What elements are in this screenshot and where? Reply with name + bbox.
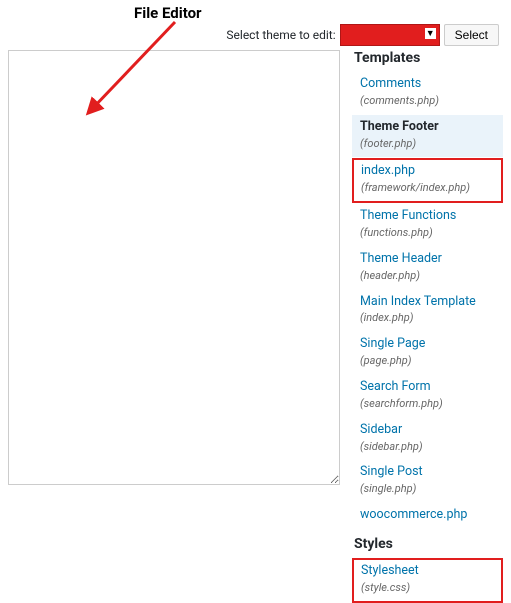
file-item[interactable]: Theme Functions(functions.php) bbox=[352, 204, 503, 247]
file-name: index.php bbox=[361, 163, 496, 180]
file-item[interactable]: Single Page(page.php) bbox=[352, 332, 503, 375]
file-item[interactable]: Search Form(searchform.php) bbox=[352, 375, 503, 418]
file-name: Main Index Template bbox=[360, 294, 497, 311]
file-path: (comments.php) bbox=[360, 94, 497, 109]
file-name: Theme Header bbox=[360, 251, 497, 268]
file-path: (footer.php) bbox=[360, 137, 497, 152]
file-list-sidebar: Templates Comments(comments.php)Theme Fo… bbox=[340, 50, 503, 515]
theme-select-dropdown[interactable] bbox=[340, 24, 440, 46]
file-path: (sidebar.php) bbox=[360, 440, 497, 455]
file-path: (functions.php) bbox=[360, 226, 497, 241]
select-theme-label: Select theme to edit: bbox=[226, 28, 335, 42]
file-path: (style.css) bbox=[361, 581, 496, 596]
file-item[interactable]: index.php(framework/index.php) bbox=[352, 158, 503, 203]
file-name: Single Page bbox=[360, 336, 497, 353]
file-path: (page.php) bbox=[360, 354, 497, 369]
styles-list: Stylesheet(style.css) bbox=[352, 558, 503, 603]
annotation-file-editor: File Editor bbox=[134, 4, 202, 22]
file-path: (index.php) bbox=[360, 311, 497, 326]
file-name: Sidebar bbox=[360, 422, 497, 439]
file-item[interactable]: Comments(comments.php) bbox=[352, 72, 503, 115]
file-path: (single.php) bbox=[360, 482, 497, 497]
file-name: Search Form bbox=[360, 379, 497, 396]
theme-selector-bar: Select theme to edit: Select bbox=[226, 24, 499, 46]
file-name: Theme Footer bbox=[360, 119, 497, 136]
file-name: Single Post bbox=[360, 464, 497, 481]
file-editor-textarea[interactable] bbox=[8, 50, 340, 485]
select-button[interactable]: Select bbox=[444, 24, 499, 46]
file-name: woocommerce.php bbox=[360, 507, 497, 524]
file-item[interactable]: Single Post(single.php) bbox=[352, 460, 503, 503]
file-name: Comments bbox=[360, 76, 497, 93]
file-path: (framework/index.php) bbox=[361, 181, 496, 196]
file-item[interactable]: Sidebar(sidebar.php) bbox=[352, 418, 503, 461]
file-item[interactable]: Theme Footer(footer.php) bbox=[352, 115, 503, 158]
file-path: (header.php) bbox=[360, 269, 497, 284]
templates-heading: Templates bbox=[354, 50, 503, 66]
file-item[interactable]: Stylesheet(style.css) bbox=[352, 558, 503, 603]
styles-heading: Styles bbox=[354, 536, 503, 552]
templates-list: Comments(comments.php)Theme Footer(foote… bbox=[352, 72, 503, 530]
file-item[interactable]: Main Index Template(index.php) bbox=[352, 290, 503, 333]
file-name: Stylesheet bbox=[361, 563, 496, 580]
file-name: Theme Functions bbox=[360, 208, 497, 225]
file-path: (searchform.php) bbox=[360, 397, 497, 412]
file-item[interactable]: Theme Header(header.php) bbox=[352, 247, 503, 290]
